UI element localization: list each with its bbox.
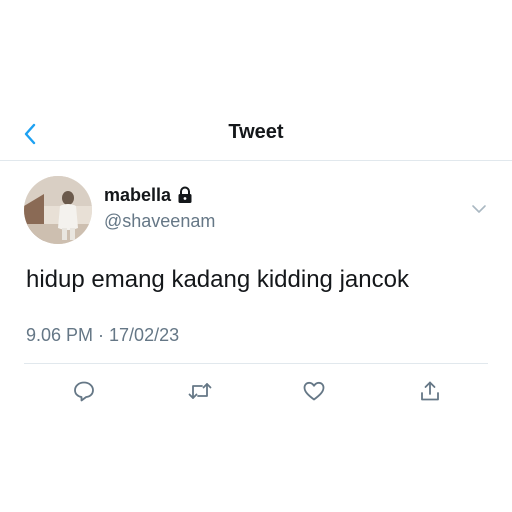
heart-icon: [302, 379, 326, 403]
tweet-header: Tweet: [0, 104, 512, 161]
retweet-button[interactable]: [186, 377, 214, 405]
divider: [24, 363, 488, 364]
reply-button[interactable]: [70, 377, 98, 405]
share-icon: [418, 379, 442, 403]
tweet-timestamp[interactable]: 9.06 PM · 17/02/23: [26, 325, 179, 346]
tweet-text: hidup emang kadang kidding jancok: [26, 266, 409, 293]
page-title: Tweet: [228, 121, 284, 143]
avatar[interactable]: [24, 176, 92, 244]
more-options-button[interactable]: [468, 198, 490, 220]
lock-icon: [177, 186, 193, 204]
user-handle[interactable]: @shaveenam: [104, 211, 215, 232]
author-name-row[interactable]: mabella: [104, 184, 193, 206]
chevron-down-icon: [471, 204, 487, 214]
like-button[interactable]: [300, 377, 328, 405]
retweet-icon: [187, 379, 213, 403]
display-name[interactable]: mabella: [104, 185, 171, 206]
reply-icon: [72, 379, 96, 403]
share-button[interactable]: [416, 377, 444, 405]
